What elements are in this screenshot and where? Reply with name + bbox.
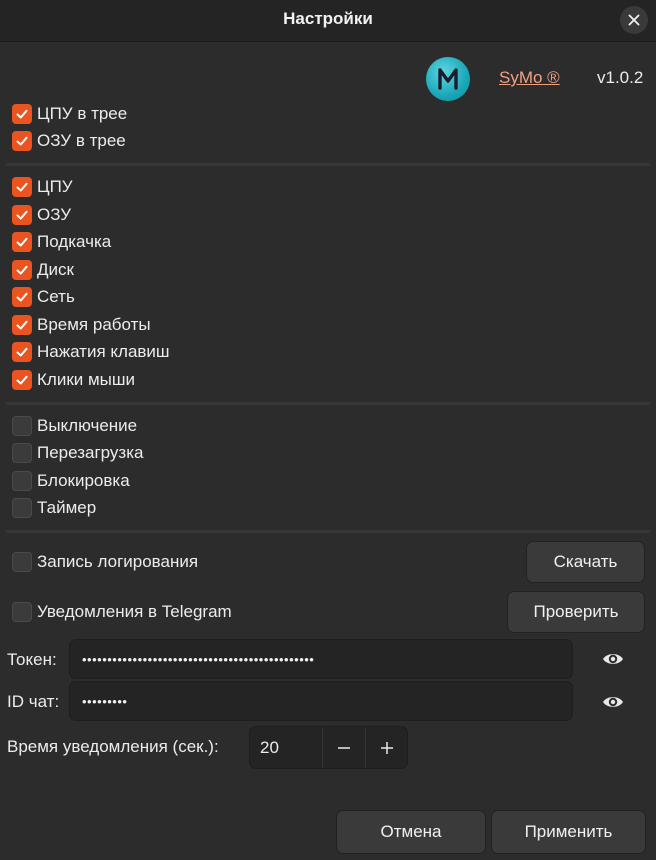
checkbox-box[interactable] — [12, 232, 32, 252]
check-button[interactable]: Проверить — [507, 591, 645, 633]
version-label: v1.0.2 — [597, 68, 644, 87]
show-token-eye-icon[interactable] — [602, 651, 624, 667]
check-icon — [16, 265, 28, 275]
monitor-disk-checkbox[interactable]: Диск — [12, 259, 74, 281]
increment-button[interactable] — [365, 727, 407, 768]
checkbox-box[interactable] — [12, 498, 32, 518]
separator — [6, 402, 650, 405]
logging-checkbox[interactable]: Запись логирования — [12, 551, 198, 573]
monitor-swap-checkbox[interactable]: Подкачка — [12, 231, 111, 253]
checkbox-box[interactable] — [12, 260, 32, 280]
power-reboot-checkbox[interactable]: Перезагрузка — [12, 442, 143, 464]
decrement-button[interactable] — [322, 727, 365, 768]
checkbox-label: Нажатия клавиш — [37, 342, 170, 361]
checkbox-label: Таймер — [37, 498, 97, 517]
cancel-button[interactable]: Отмена — [336, 810, 486, 854]
interval-label: Время уведомления (сек.): — [7, 737, 219, 756]
checkbox-box[interactable] — [12, 471, 32, 491]
checkbox-box[interactable] — [12, 342, 32, 362]
close-icon — [628, 14, 640, 26]
checkbox-box[interactable] — [12, 416, 32, 436]
app-logo — [426, 57, 470, 101]
about-link[interactable]: SyMo ® — [499, 68, 560, 88]
check-icon — [16, 182, 28, 192]
checkbox-label: Клики мыши — [37, 370, 136, 389]
monitor-network-checkbox[interactable]: Сеть — [12, 286, 75, 308]
download-button[interactable]: Скачать — [526, 541, 645, 583]
checkbox-box[interactable] — [12, 131, 32, 151]
checkbox-label: ЦПУ в трее — [37, 104, 128, 123]
checkbox-box[interactable] — [12, 287, 32, 307]
interval-value[interactable]: 20 — [260, 738, 279, 758]
checkbox-label: Выключение — [37, 416, 138, 435]
checkbox-label: Перезагрузка — [37, 443, 144, 462]
checkbox-box[interactable] — [12, 602, 32, 622]
interval-spinbutton[interactable]: 20 — [249, 726, 408, 769]
checkbox-label: Время работы — [37, 315, 151, 334]
checkbox-label: Диск — [37, 260, 74, 279]
window-title: Настройки — [283, 9, 373, 28]
power-lock-checkbox[interactable]: Блокировка — [12, 470, 130, 492]
monitor-keypress-checkbox[interactable]: Нажатия клавиш — [12, 341, 170, 363]
token-input[interactable]: ••••••••••••••••••••••••••••••••••••••••… — [69, 639, 573, 679]
show-chat-id-eye-icon[interactable] — [602, 694, 624, 710]
app-logo-icon — [438, 68, 458, 90]
checkbox-label: ЦПУ — [37, 177, 73, 196]
title-bar: Настройки — [0, 0, 656, 42]
tree-ram-checkbox[interactable]: ОЗУ в трее — [12, 130, 126, 152]
monitor-clicks-checkbox[interactable]: Клики мыши — [12, 369, 135, 391]
check-icon — [16, 210, 28, 220]
check-icon — [16, 136, 28, 146]
checkbox-label: Сеть — [37, 287, 75, 306]
monitor-cpu-checkbox[interactable]: ЦПУ — [12, 176, 73, 198]
chat-id-input[interactable]: ••••••••• — [69, 681, 573, 721]
checkbox-label: Запись логирования — [37, 552, 199, 571]
checkbox-box[interactable] — [12, 370, 32, 390]
checkbox-label: Блокировка — [37, 471, 130, 490]
checkbox-label: Уведомления в Telegram — [37, 602, 232, 621]
close-button[interactable] — [620, 6, 648, 34]
plus-icon — [380, 741, 393, 754]
check-icon — [16, 375, 28, 385]
token-label: Токен: — [7, 650, 57, 669]
checkbox-box[interactable] — [12, 443, 32, 463]
telegram-checkbox[interactable]: Уведомления в Telegram — [12, 601, 232, 623]
checkbox-box[interactable] — [12, 104, 32, 124]
apply-button[interactable]: Применить — [491, 810, 646, 854]
checkbox-label: ОЗУ в трее — [37, 131, 126, 150]
check-icon — [16, 292, 28, 302]
power-shutdown-checkbox[interactable]: Выключение — [12, 415, 137, 437]
check-icon — [16, 109, 28, 119]
separator — [6, 530, 650, 533]
checkbox-box[interactable] — [12, 315, 32, 335]
minus-icon — [338, 746, 350, 749]
checkbox-box[interactable] — [12, 177, 32, 197]
check-icon — [16, 237, 28, 247]
monitor-uptime-checkbox[interactable]: Время работы — [12, 314, 151, 336]
separator — [6, 163, 650, 166]
power-timer-checkbox[interactable]: Таймер — [12, 497, 96, 519]
checkbox-label: ОЗУ — [37, 205, 72, 224]
checkbox-box[interactable] — [12, 205, 32, 225]
tree-cpu-checkbox[interactable]: ЦПУ в трее — [12, 103, 127, 125]
monitor-ram-checkbox[interactable]: ОЗУ — [12, 204, 71, 226]
check-icon — [16, 320, 28, 330]
check-icon — [16, 347, 28, 357]
chat-id-label: ID чат: — [7, 692, 60, 711]
checkbox-label: Подкачка — [37, 232, 112, 251]
checkbox-box[interactable] — [12, 552, 32, 572]
brand-row: SyMo ® v1.0.2 — [0, 57, 656, 101]
